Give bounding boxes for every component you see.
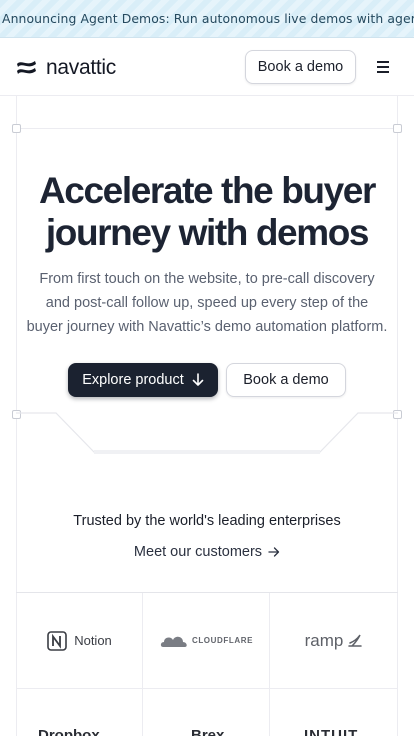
brand-name: navattic: [46, 56, 116, 79]
frame-corner-handle: [12, 124, 21, 133]
frame-corner-handle: [393, 124, 402, 133]
brand-logo[interactable]: navattic: [16, 56, 116, 80]
header-book-demo-button[interactable]: Book a demo: [245, 50, 356, 84]
notion-wordmark: Notion: [74, 633, 112, 648]
hero-subtitle: From first touch on the website, to pre-…: [20, 267, 394, 339]
announcement-bar[interactable]: Announcing Agent Demos: Run autonomous l…: [0, 0, 414, 38]
logo-cell-intuit: INTUIT: [270, 689, 398, 736]
section-divider-shape: [16, 412, 398, 454]
logo-cell-cloudflare: CLOUDFLARE: [143, 593, 270, 689]
hero-title: Accelerate the buyer journey with demos: [0, 170, 414, 254]
cloudflare-wordmark: CLOUDFLARE: [191, 636, 254, 645]
logo-cell-ramp: ramp: [270, 593, 398, 689]
logo-cell-notion: Notion: [16, 593, 143, 689]
logo-cell-brex: Brex: [143, 689, 270, 736]
site-header: navattic Book a demo: [0, 38, 414, 96]
intuit-wordmark: INTUIT: [304, 727, 359, 736]
brex-wordmark: Brex: [191, 727, 225, 736]
announcement-text[interactable]: Announcing Agent Demos: Run autonomous l…: [2, 11, 414, 26]
logo-cell-dropbox: Dropbox: [16, 689, 143, 736]
customer-logo-grid: Notion CLOUDFLARE ramp Dropbox Brex INTU…: [16, 592, 398, 736]
notion-icon: [47, 630, 68, 651]
meet-customers-link[interactable]: Meet our customers: [0, 544, 414, 560]
notion-logo: Notion: [46, 630, 112, 652]
cloudflare-logo: CLOUDFLARE: [159, 633, 253, 649]
hero-subtitle-line: and post-call follow up, speed up every …: [45, 295, 369, 311]
hamburger-menu-icon[interactable]: [374, 59, 392, 75]
explore-product-label: Explore product: [82, 372, 184, 388]
trusted-heading: Trusted by the world's leading enterpris…: [73, 513, 341, 529]
hero-title-line: Accelerate the buyer: [38, 170, 376, 211]
meet-customers-label: Meet our customers: [133, 544, 263, 560]
ramp-logo: ramp: [305, 631, 364, 651]
cloudflare-cloud-icon: [160, 636, 187, 647]
ramp-leaf-icon: [348, 634, 363, 647]
arrow-right-icon: [268, 547, 280, 557]
hero-subtitle-line: From first touch on the website, to pre-…: [39, 271, 375, 287]
hero-title-line: journey with demos: [45, 212, 370, 253]
hero-book-demo-button[interactable]: Book a demo: [226, 363, 346, 397]
explore-product-button[interactable]: Explore product: [68, 363, 218, 397]
dropbox-wordmark: Dropbox: [38, 727, 100, 736]
navattic-logo-icon: [17, 61, 36, 74]
hero-subtitle-line: buyer journey with Navattic’s demo autom…: [26, 319, 388, 335]
ramp-wordmark: ramp: [304, 630, 344, 650]
arrow-down-icon: [192, 373, 204, 386]
